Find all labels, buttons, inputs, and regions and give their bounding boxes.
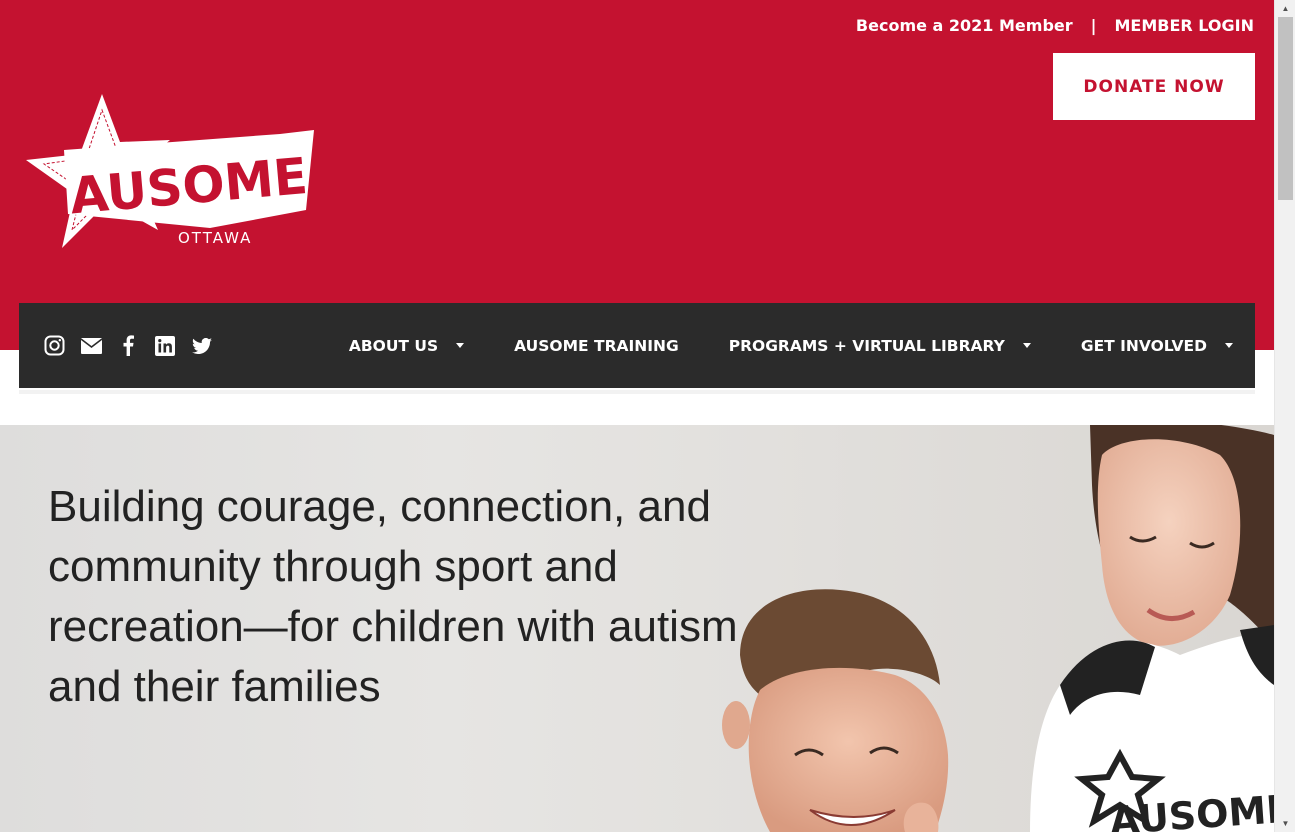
main-nav: ABOUT US AUSOME TRAINING PROGRAMS + VIRT… bbox=[19, 303, 1255, 388]
instagram-icon[interactable] bbox=[43, 335, 65, 357]
scroll-thumb[interactable] bbox=[1278, 17, 1293, 200]
scroll-down-arrow-icon[interactable]: ▼ bbox=[1275, 815, 1295, 832]
hero-photo: AUSOME bbox=[722, 425, 1274, 832]
nav-menu: ABOUT US AUSOME TRAINING PROGRAMS + VIRT… bbox=[349, 337, 1233, 355]
nav-item-about-us[interactable]: ABOUT US bbox=[348, 336, 465, 355]
nav-item-ausome-training[interactable]: AUSOME TRAINING bbox=[514, 337, 679, 355]
scroll-up-arrow-icon[interactable]: ▲ bbox=[1275, 0, 1295, 17]
site-header: Become a 2021 Member | MEMBER LOGIN DONA… bbox=[0, 0, 1274, 350]
caret-down-icon bbox=[1022, 343, 1031, 348]
email-icon[interactable] bbox=[80, 335, 102, 357]
top-links: Become a 2021 Member | MEMBER LOGIN bbox=[856, 16, 1254, 35]
member-login-link[interactable]: MEMBER LOGIN bbox=[1115, 16, 1255, 35]
ausome-ottawa-logo[interactable]: AUSOME OTTAWA bbox=[20, 90, 320, 255]
hero-banner: Building courage, connection, and commun… bbox=[0, 425, 1274, 832]
nav-item-programs-virtual-library[interactable]: PROGRAMS + VIRTUAL LIBRARY bbox=[729, 337, 1031, 355]
nav-item-label: PROGRAMS + VIRTUAL LIBRARY bbox=[728, 336, 1005, 355]
caret-down-icon bbox=[1225, 343, 1233, 348]
donate-now-button[interactable]: DONATE NOW bbox=[1053, 53, 1255, 120]
nav-item-get-involved[interactable]: GET INVOLVED bbox=[1081, 337, 1233, 355]
nav-item-label: ABOUT US bbox=[348, 336, 439, 355]
nav-divider bbox=[19, 390, 1255, 394]
caret-down-icon bbox=[456, 343, 465, 348]
logo-subtext: OTTAWA bbox=[178, 229, 252, 247]
hero-heading: Building courage, connection, and commun… bbox=[48, 482, 738, 711]
nav-item-label: GET INVOLVED bbox=[1080, 336, 1207, 355]
facebook-icon[interactable] bbox=[117, 335, 139, 357]
linkedin-icon[interactable] bbox=[154, 335, 176, 357]
social-links bbox=[43, 335, 213, 357]
twitter-icon[interactable] bbox=[191, 335, 213, 357]
become-member-link[interactable]: Become a 2021 Member bbox=[856, 16, 1073, 35]
nav-item-label: AUSOME TRAINING bbox=[514, 336, 679, 355]
vertical-scrollbar[interactable]: ▲ ▼ bbox=[1274, 0, 1295, 832]
page: Become a 2021 Member | MEMBER LOGIN DONA… bbox=[0, 0, 1295, 832]
top-links-separator: | bbox=[1090, 16, 1097, 35]
